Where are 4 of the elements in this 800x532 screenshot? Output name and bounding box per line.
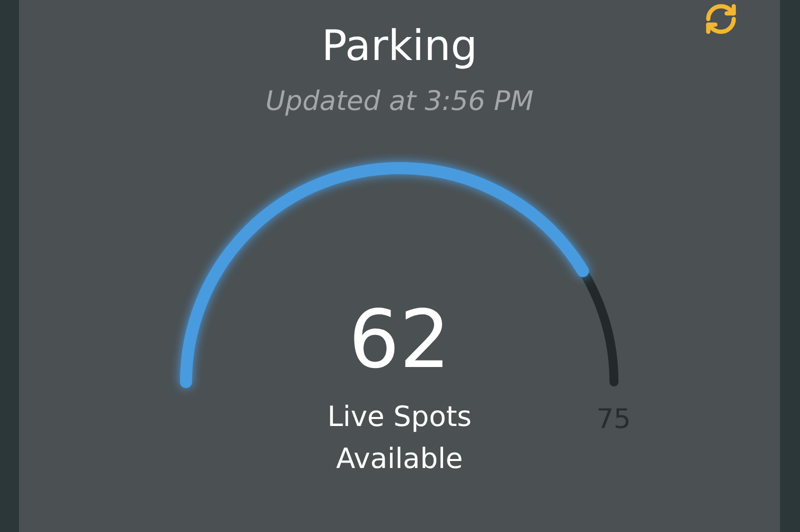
updated-time: Updated at 3:56 PM [265,85,534,119]
refresh-icon [704,2,738,36]
spots-label: Live Spots Available [326,399,473,477]
title: Parking [322,20,478,72]
